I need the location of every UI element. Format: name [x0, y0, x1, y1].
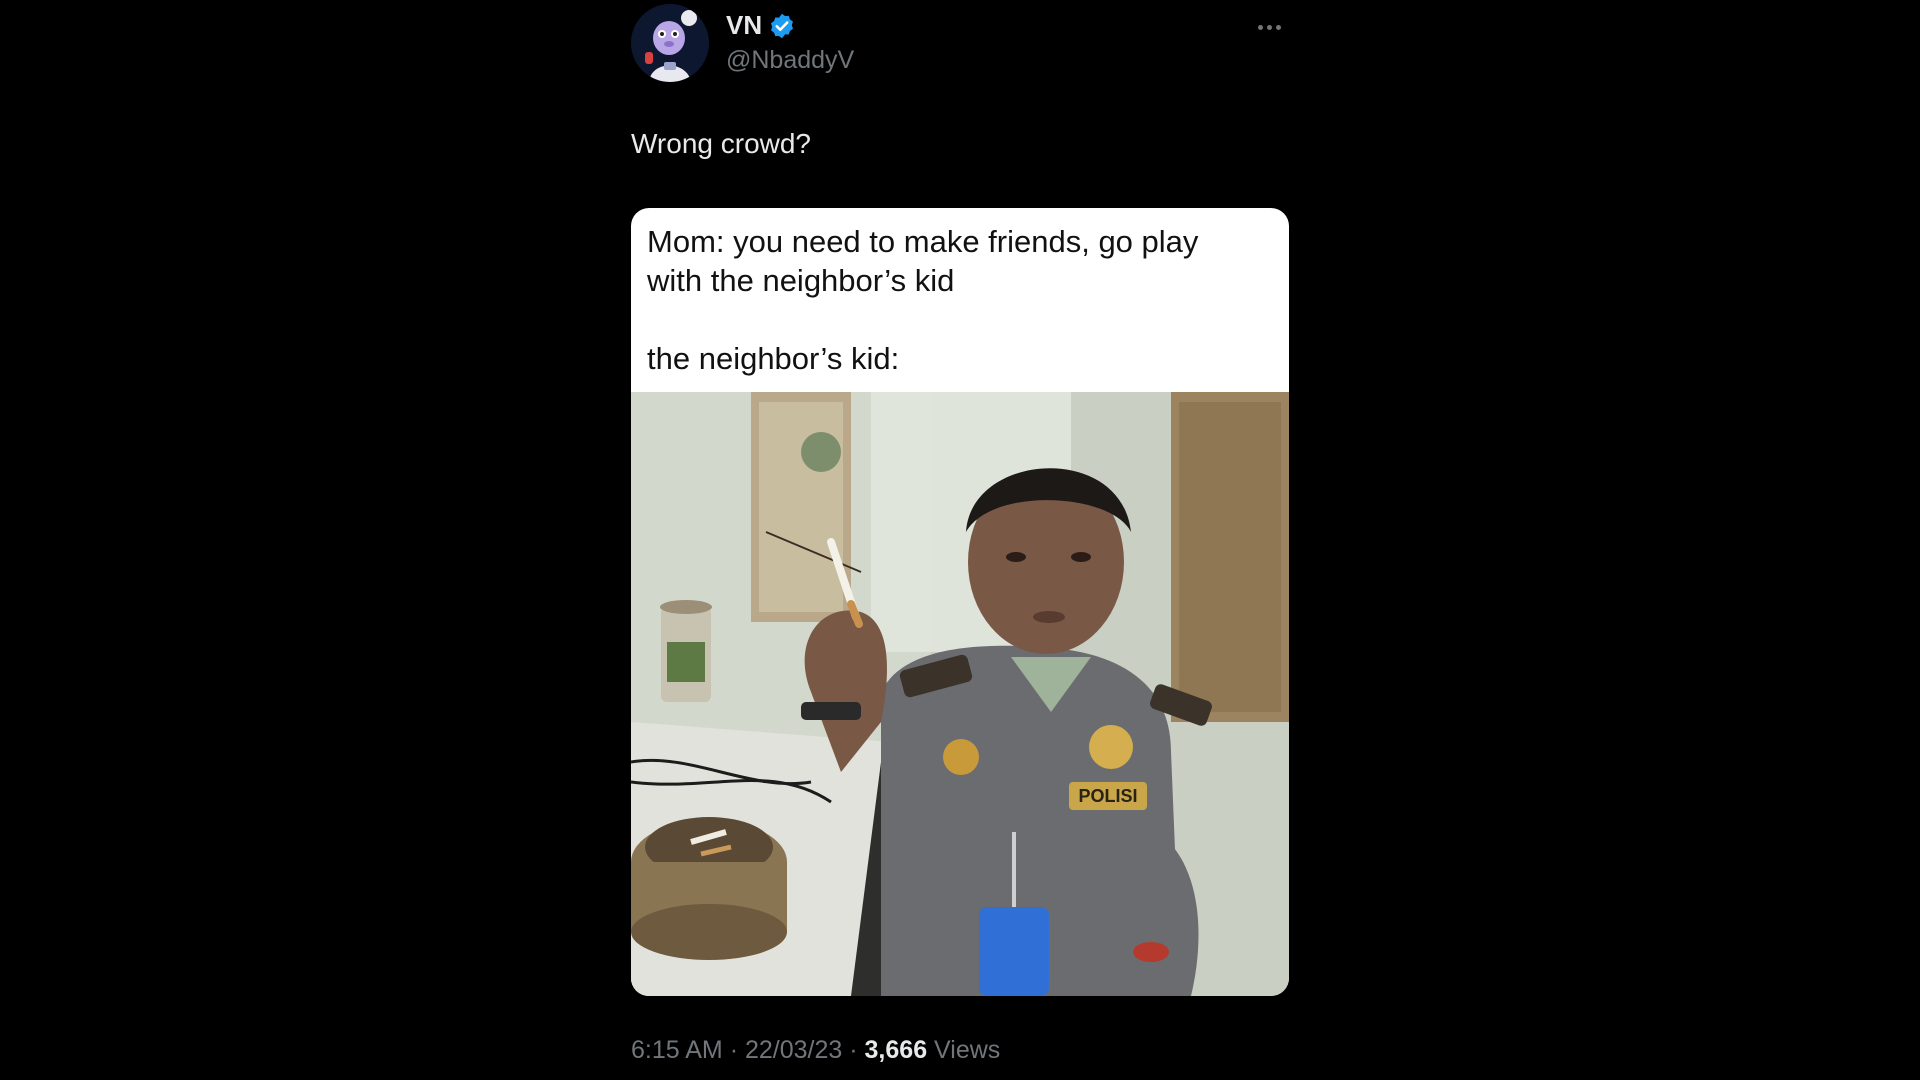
- meme-photo: POLISI: [631, 392, 1289, 996]
- avatar-astronaut-icon: [631, 4, 709, 82]
- meta-separator: ·: [849, 1036, 858, 1064]
- meta-separator: ·: [729, 1036, 739, 1064]
- tweet: VN @NbaddyV Wrong crowd? Mom: you need t…: [631, 0, 1289, 1080]
- tweet-media[interactable]: Mom: you need to make friends, go play w…: [631, 208, 1289, 996]
- tweet-meta: 6:15 AM · 22/03/23 · 3,666 Views: [631, 1036, 1000, 1065]
- display-name[interactable]: VN: [726, 10, 762, 41]
- views-label: Views: [934, 1036, 1001, 1064]
- tweet-time[interactable]: 6:15 AM: [631, 1036, 723, 1064]
- tweet-date[interactable]: 22/03/23: [745, 1036, 842, 1064]
- photo-polisi-badge: POLISI: [1078, 786, 1137, 806]
- meme-caption-line-3: the neighbor’s kid:: [647, 341, 900, 376]
- handle[interactable]: @NbaddyV: [726, 46, 854, 75]
- more-options-icon[interactable]: [1249, 12, 1289, 42]
- meme-caption-line-1: Mom: you need to make friends, go play: [647, 224, 1199, 259]
- tweet-text: Wrong crowd?: [631, 128, 812, 159]
- meme-caption-line-2: with the neighbor’s kid: [647, 263, 955, 298]
- avatar[interactable]: [631, 4, 709, 82]
- verified-badge-icon: [768, 12, 796, 40]
- views-count: 3,666: [864, 1036, 928, 1064]
- meme-caption: Mom: you need to make friends, go play w…: [647, 222, 1267, 378]
- name-row: VN: [726, 10, 796, 41]
- tweet-header: VN @NbaddyV: [631, 4, 1289, 82]
